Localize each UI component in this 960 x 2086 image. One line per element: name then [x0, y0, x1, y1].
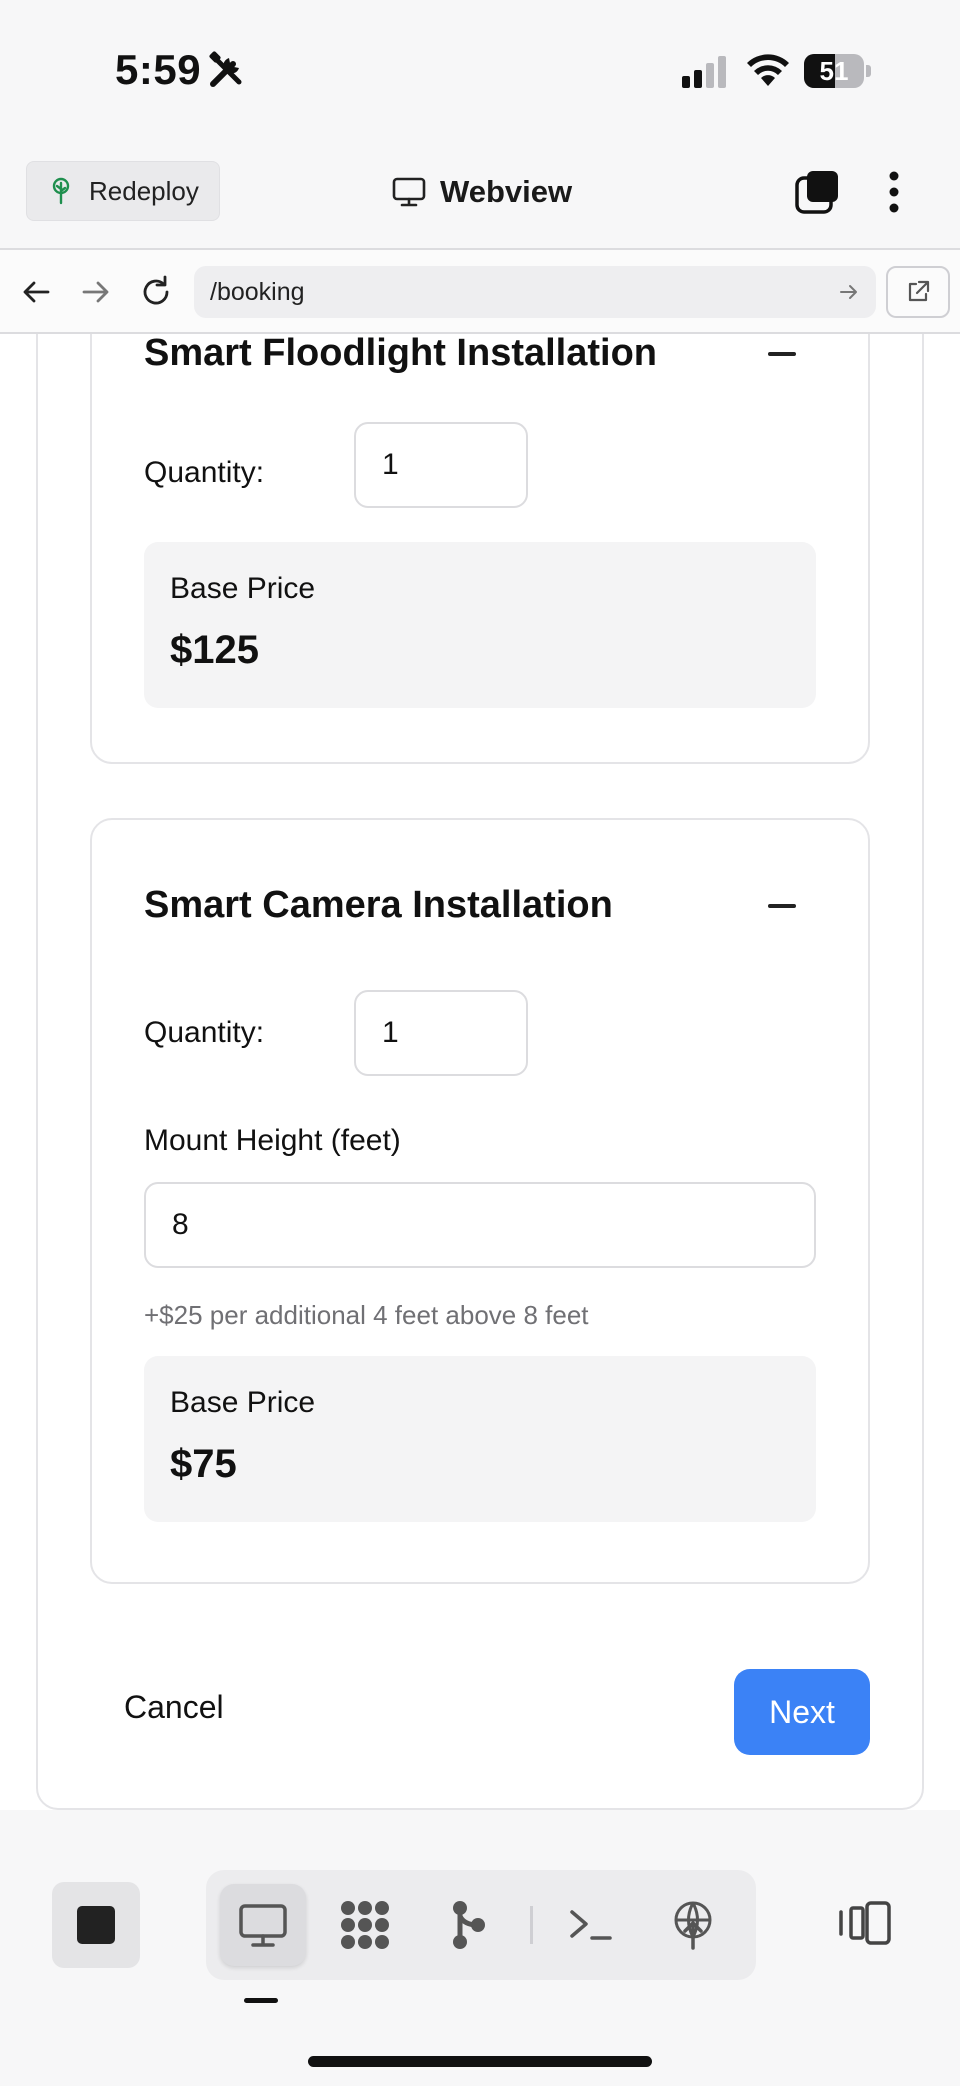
- forward-arrow-icon[interactable]: [78, 274, 114, 310]
- tool-group: [206, 1870, 756, 1980]
- branch-icon: [453, 1901, 485, 1949]
- desktop-tool-button[interactable]: [220, 1884, 306, 1966]
- mount-height-input[interactable]: 8: [144, 1182, 816, 1268]
- base-price-value: $125: [170, 628, 259, 672]
- battery-indicator: 51: [804, 54, 871, 88]
- collapse-minus-icon[interactable]: [768, 352, 796, 356]
- app-header: Redeploy Webview: [0, 148, 960, 248]
- next-button[interactable]: Next: [734, 1669, 870, 1755]
- open-external-button[interactable]: [886, 266, 950, 318]
- service-title: Smart Floodlight Installation: [144, 334, 657, 374]
- url-text: /booking: [210, 278, 305, 306]
- split-view-icon[interactable]: [838, 1900, 892, 1946]
- status-bar: 5:59 51: [0, 0, 960, 140]
- quantity-label: Quantity:: [144, 456, 265, 489]
- go-arrow-icon[interactable]: [838, 281, 860, 303]
- apps-icon: [341, 1901, 389, 1949]
- back-arrow-icon[interactable]: [18, 274, 54, 310]
- base-price-value: $75: [170, 1442, 237, 1486]
- page-title-text: Webview: [440, 174, 573, 209]
- more-options-icon[interactable]: [880, 168, 908, 216]
- cancel-button[interactable]: Cancel: [124, 1689, 224, 1726]
- redeploy-button[interactable]: Redeploy: [26, 161, 220, 221]
- monitor-icon: [392, 177, 426, 207]
- toolbar-divider: [530, 1906, 533, 1944]
- battery-level: 51: [819, 56, 849, 86]
- desktop-icon: [239, 1904, 287, 1947]
- branch-tool-button[interactable]: [424, 1884, 510, 1966]
- stop-button[interactable]: [52, 1882, 140, 1968]
- bottom-toolbar: [0, 1810, 960, 2086]
- status-time: 5:59: [115, 46, 202, 93]
- apps-tool-button[interactable]: [322, 1884, 408, 1966]
- service-card-camera: Smart Camera Installation Quantity: 1 Mo…: [90, 818, 870, 1584]
- stop-icon: [77, 1906, 115, 1944]
- browser-bar: /booking: [0, 248, 960, 334]
- quantity-input[interactable]: 1: [354, 990, 528, 1076]
- tools-icon: [209, 51, 242, 87]
- base-price-box: Base Price $125: [144, 542, 816, 708]
- mount-height-label: Mount Height (feet): [144, 1124, 401, 1157]
- cellular-signal-icon: [682, 56, 726, 88]
- service-card-floodlight: Smart Floodlight Installation Quantity: …: [90, 334, 870, 764]
- wifi-icon: [747, 54, 789, 86]
- deploy-tool-button[interactable]: [650, 1884, 736, 1966]
- quantity-input[interactable]: 1: [354, 422, 528, 508]
- tabs-icon[interactable]: [793, 168, 841, 216]
- reload-icon[interactable]: [138, 274, 174, 310]
- webview-content: Smart Floodlight Installation Quantity: …: [0, 334, 960, 1810]
- tree-icon: [52, 177, 70, 205]
- terminal-tool-button[interactable]: [548, 1884, 634, 1966]
- base-price-label: Base Price: [170, 572, 316, 605]
- page-title: Webview: [392, 172, 572, 212]
- quantity-label: Quantity:: [144, 1016, 265, 1049]
- mount-height-hint: +$25 per additional 4 feet above 8 feet: [144, 1300, 589, 1330]
- home-indicator: [308, 2056, 652, 2067]
- service-title: Smart Camera Installation: [144, 884, 613, 926]
- external-link-icon: [908, 280, 930, 302]
- terminal-icon: [570, 1910, 612, 1940]
- active-tab-indicator: [244, 1998, 278, 2003]
- collapse-minus-icon[interactable]: [768, 904, 796, 908]
- redeploy-label: Redeploy: [89, 175, 199, 206]
- base-price-box: Base Price $75: [144, 1356, 816, 1522]
- base-price-label: Base Price: [170, 1386, 316, 1419]
- url-input[interactable]: /booking: [194, 266, 876, 318]
- deploy-icon: [674, 1901, 712, 1950]
